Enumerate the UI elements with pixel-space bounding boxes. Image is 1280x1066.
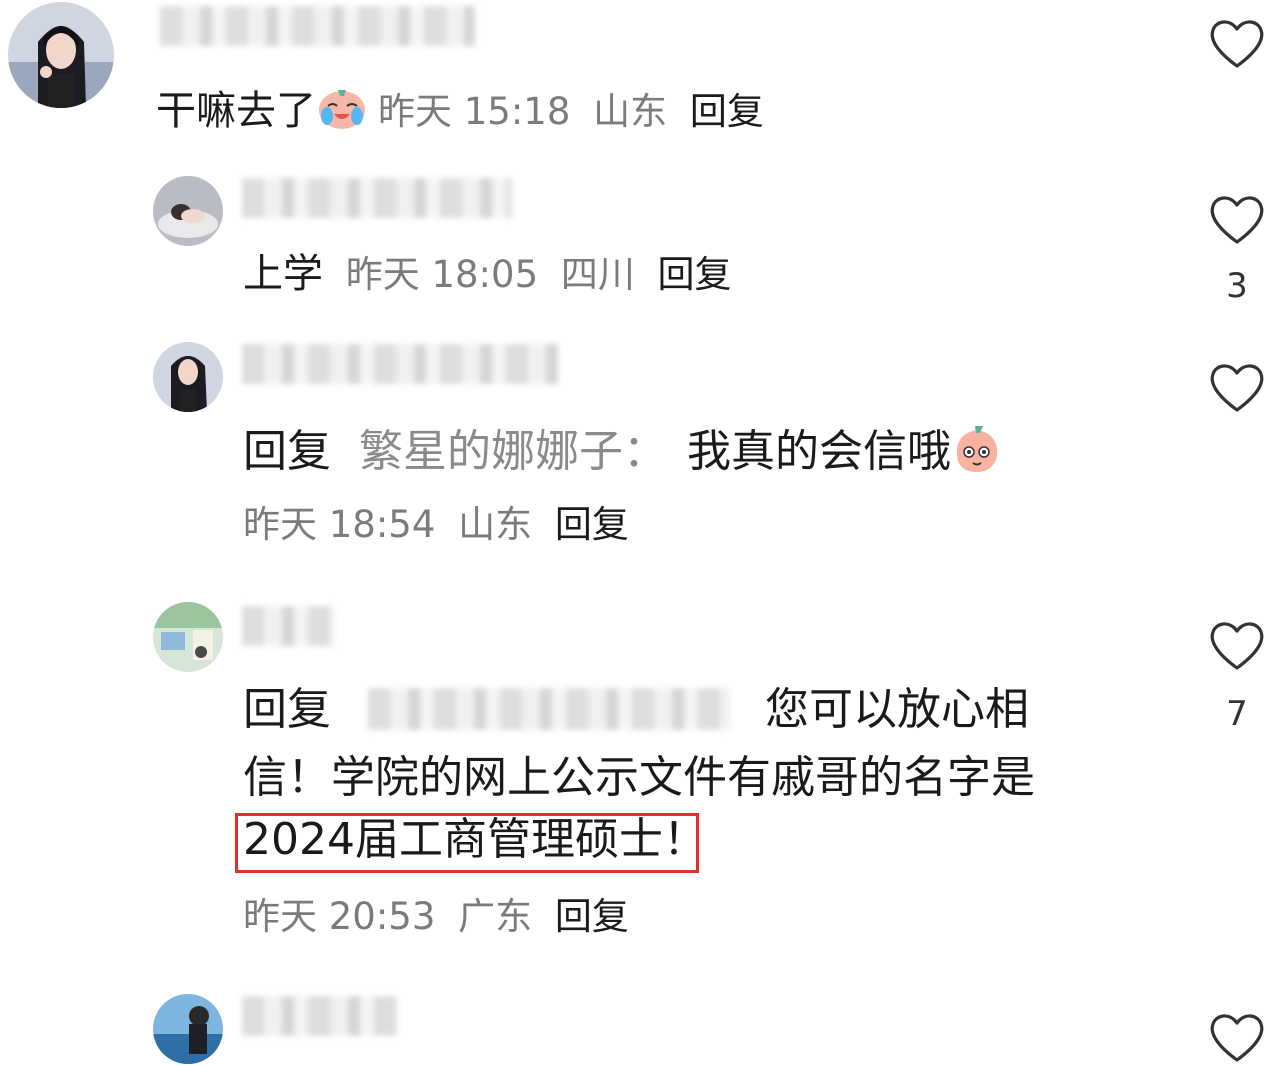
comment-text: 上学 [243, 251, 323, 297]
like-count: 7 [1226, 694, 1248, 734]
reply-button[interactable]: 回复 [690, 90, 764, 133]
comment-4-line-2: 信！学院的网上公示文件有戚哥的名字是 [243, 752, 1035, 804]
comment-3-meta: 昨天 18:54 山东 回复 [233, 500, 629, 549]
user-avatar-image [153, 176, 223, 246]
comment-text: 干嘛去了 [156, 88, 316, 134]
comment-text: 您可以放心相 [765, 684, 1029, 735]
avatar[interactable] [8, 2, 114, 108]
username-blurred[interactable] [242, 996, 398, 1036]
avatar[interactable] [153, 342, 223, 412]
comment-location: 山东 [458, 503, 533, 546]
comment-time: 昨天 18:54 [243, 503, 436, 546]
user-avatar-image [8, 2, 114, 108]
comment-time: 昨天 20:53 [243, 895, 436, 938]
reply-to-name-blurred[interactable] [368, 688, 730, 730]
like-heart-icon[interactable] [1207, 360, 1267, 416]
username-blurred[interactable] [242, 178, 512, 218]
user-avatar-image [153, 994, 223, 1064]
reply-button[interactable]: 回复 [555, 895, 629, 938]
avatar[interactable] [153, 994, 223, 1064]
comment-text: 信！学院的网上公示文件有戚哥的名字是 [243, 752, 1035, 803]
reply-button[interactable]: 回复 [658, 253, 732, 296]
avatar[interactable] [153, 176, 223, 246]
comment-time: 昨天 18:05 [345, 253, 539, 296]
reply-to-name[interactable]: 繁星的娜娜子： [359, 426, 667, 477]
comment-time: 昨天 15:18 [378, 90, 571, 133]
username-blurred[interactable] [160, 6, 475, 46]
username-blurred[interactable] [242, 606, 334, 646]
like-heart-icon[interactable] [1207, 618, 1267, 674]
comment-location: 四川 [560, 253, 635, 296]
user-avatar-image [153, 602, 223, 672]
like-heart-icon[interactable] [1207, 192, 1267, 248]
highlight-box [235, 813, 699, 873]
comment-location: 广东 [458, 895, 533, 938]
user-avatar-image [153, 342, 223, 412]
username-blurred[interactable] [242, 344, 558, 384]
comment-location: 山东 [593, 90, 668, 133]
comment-1-body: 干嘛去了 昨天 15:18 山东 回复 [156, 80, 764, 136]
crying-laughing-emoji [319, 90, 365, 129]
reply-prefix: 回复 [243, 426, 331, 477]
comment-4-line-1: 回复 [243, 684, 331, 736]
comment-4-meta: 昨天 20:53 广东 回复 [233, 892, 629, 941]
comment-2-body: 上学 昨天 18:05 四川 回复 [243, 250, 732, 299]
reply-prefix: 回复 [243, 684, 331, 735]
comment-4-line-1-text: 您可以放心相 [765, 684, 1029, 736]
like-count: 3 [1226, 266, 1248, 306]
reply-button[interactable]: 回复 [555, 503, 629, 546]
avatar[interactable] [153, 602, 223, 672]
comment-text: 我真的会信哦 [687, 426, 951, 477]
comment-3-body: 回复 繁星的娜娜子： 我真的会信哦 [243, 422, 1003, 478]
like-heart-icon[interactable] [1207, 16, 1267, 72]
like-heart-icon[interactable] [1207, 1010, 1267, 1066]
peach-face-emoji [956, 426, 998, 472]
